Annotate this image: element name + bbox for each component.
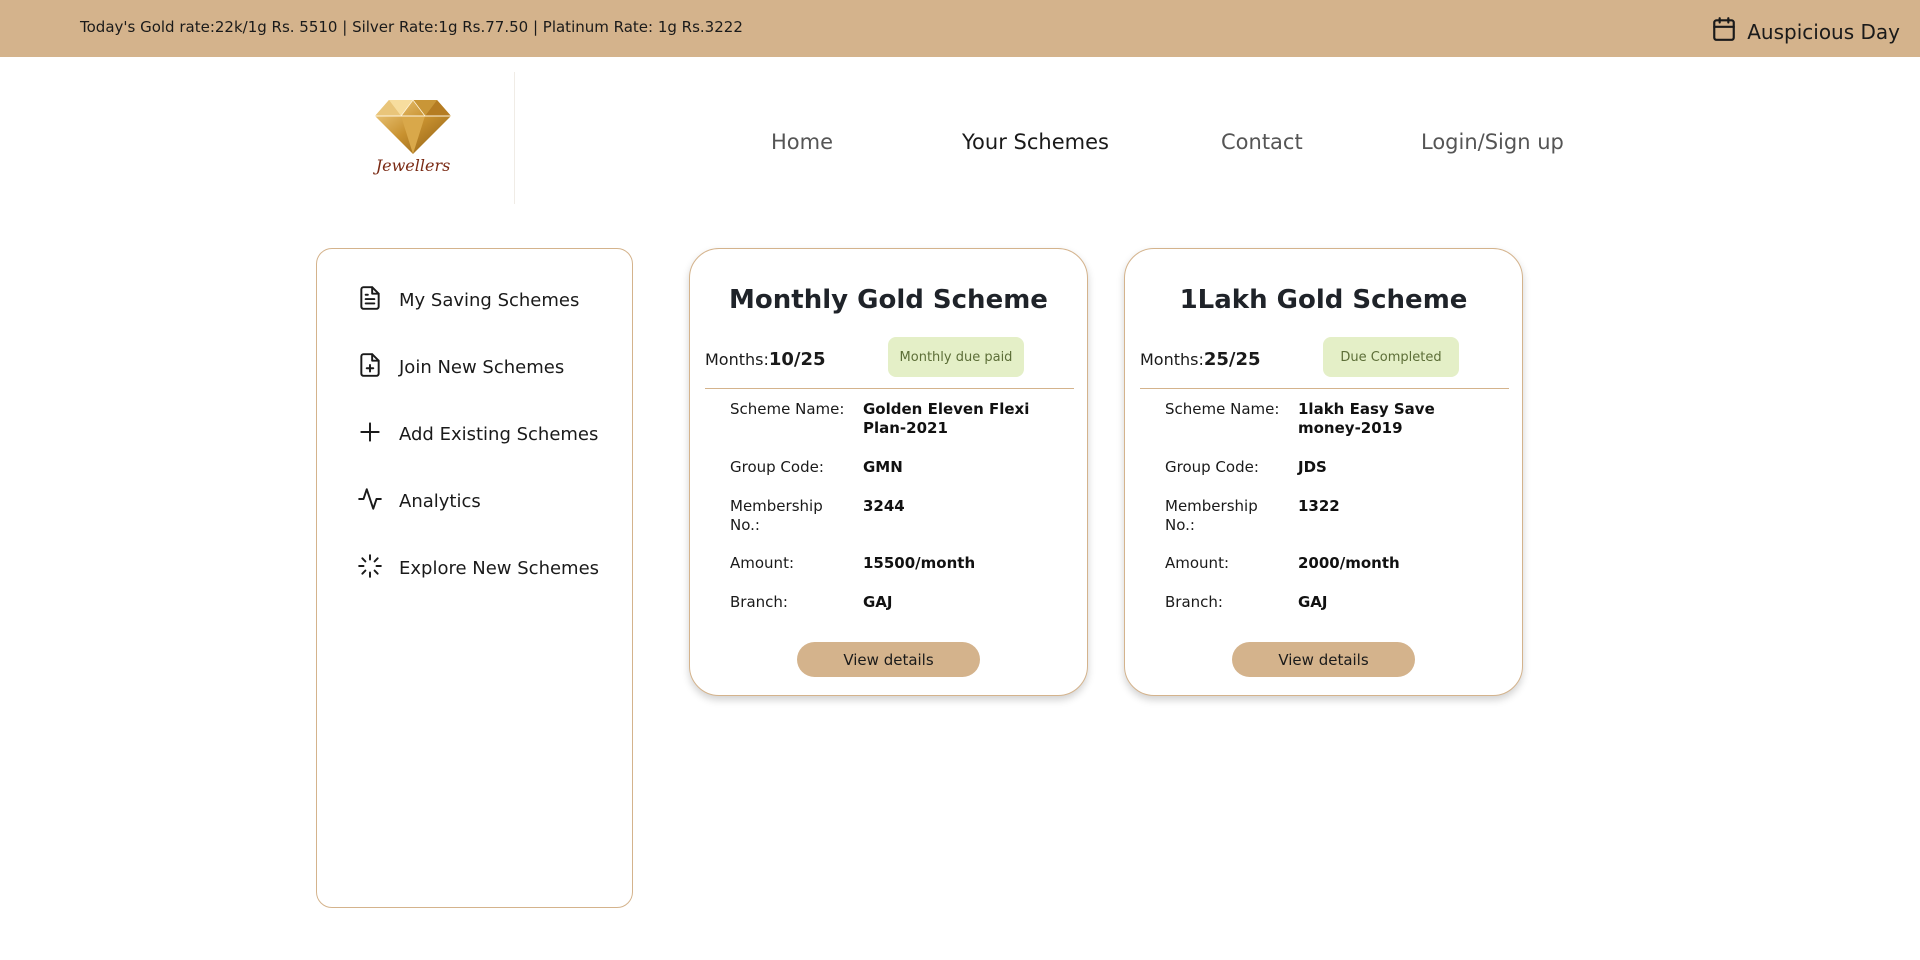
scheme-name-label: Scheme Name: <box>730 400 845 418</box>
scheme-name-label: Scheme Name: <box>1165 400 1280 418</box>
sidebar-item-join-new-schemes[interactable]: Join New Schemes <box>357 352 564 383</box>
sidebar-item-label: Join New Schemes <box>399 357 565 378</box>
membership-value: 3244 <box>863 497 905 515</box>
status-badge: Monthly due paid <box>888 337 1024 377</box>
view-details-button[interactable]: View details <box>1232 642 1415 677</box>
sidebar-item-label: Explore New Schemes <box>399 558 600 579</box>
amount-label: Amount: <box>730 554 794 572</box>
months-value: 25/25 <box>1203 349 1261 370</box>
amount-label: Amount: <box>1165 554 1229 572</box>
membership-label: Membership No.: <box>730 497 823 534</box>
metal-rates-text: Today's Gold rate:22k/1g Rs. 5510 | Silv… <box>80 18 743 36</box>
sidebar-item-label: My Saving Schemes <box>399 290 580 311</box>
sidebar-item-label: Analytics <box>399 491 481 512</box>
scheme-card: Monthly Gold Scheme Months:10/25 Monthly… <box>689 248 1088 696</box>
membership-value: 1322 <box>1298 497 1340 515</box>
sidebar-item-analytics[interactable]: Analytics <box>357 486 481 517</box>
group-code-value: GMN <box>863 458 903 476</box>
group-code-label: Group Code: <box>730 458 824 476</box>
months-label: Months: <box>705 350 769 369</box>
branch-label: Branch: <box>1165 593 1223 611</box>
calendar-icon <box>1711 16 1737 47</box>
nav-home[interactable]: Home <box>771 130 833 154</box>
view-details-button[interactable]: View details <box>797 642 980 677</box>
header-divider <box>514 72 515 204</box>
auspicious-day-label: Auspicious Day <box>1747 19 1900 44</box>
amount-value: 2000/month <box>1298 554 1400 572</box>
months-progress: Months:10/25 <box>705 349 826 370</box>
auspicious-day-link[interactable]: Auspicious Day <box>1711 16 1900 47</box>
plus-icon <box>357 419 383 450</box>
diamond-icon <box>375 99 451 154</box>
loader-icon <box>357 553 383 584</box>
branch-label: Branch: <box>730 593 788 611</box>
file-plus-icon <box>357 352 383 383</box>
card-divider <box>705 388 1074 389</box>
branch-value: GAJ <box>863 593 893 611</box>
status-badge: Due Completed <box>1323 337 1459 377</box>
file-text-icon <box>357 285 383 316</box>
months-label: Months: <box>1140 350 1204 369</box>
scheme-card: 1Lakh Gold Scheme Months:25/25 Due Compl… <box>1124 248 1523 696</box>
nav-login-signup[interactable]: Login/Sign up <box>1421 130 1564 154</box>
sidebar-item-label: Add Existing Schemes <box>399 424 599 445</box>
activity-icon <box>357 486 383 517</box>
group-code-label: Group Code: <box>1165 458 1259 476</box>
brand-name: Jewellers <box>375 156 451 175</box>
months-progress: Months:25/25 <box>1140 349 1261 370</box>
nav-your-schemes[interactable]: Your Schemes <box>962 130 1109 154</box>
branch-value: GAJ <box>1298 593 1328 611</box>
card-divider <box>1140 388 1509 389</box>
scheme-name-value: Golden Eleven Flexi Plan-2021 <box>863 400 1030 437</box>
sidebar-item-explore-new-schemes[interactable]: Explore New Schemes <box>357 553 599 584</box>
sidebar: My Saving Schemes Join New Schemes Add E… <box>316 248 633 908</box>
top-bar: Today's Gold rate:22k/1g Rs. 5510 | Silv… <box>0 0 1920 57</box>
scheme-title: Monthly Gold Scheme <box>729 285 1048 315</box>
amount-value: 15500/month <box>863 554 976 572</box>
nav-contact[interactable]: Contact <box>1221 130 1303 154</box>
sidebar-item-add-existing-schemes[interactable]: Add Existing Schemes <box>357 419 598 450</box>
brand-logo[interactable]: Jewellers <box>368 98 458 184</box>
group-code-value: JDS <box>1298 458 1327 476</box>
months-value: 10/25 <box>768 349 826 370</box>
membership-label: Membership No.: <box>1165 497 1258 534</box>
scheme-title: 1Lakh Gold Scheme <box>1179 285 1468 315</box>
sidebar-item-my-saving-schemes[interactable]: My Saving Schemes <box>357 285 579 316</box>
scheme-name-value: 1lakh Easy Save money-2019 <box>1298 400 1435 437</box>
